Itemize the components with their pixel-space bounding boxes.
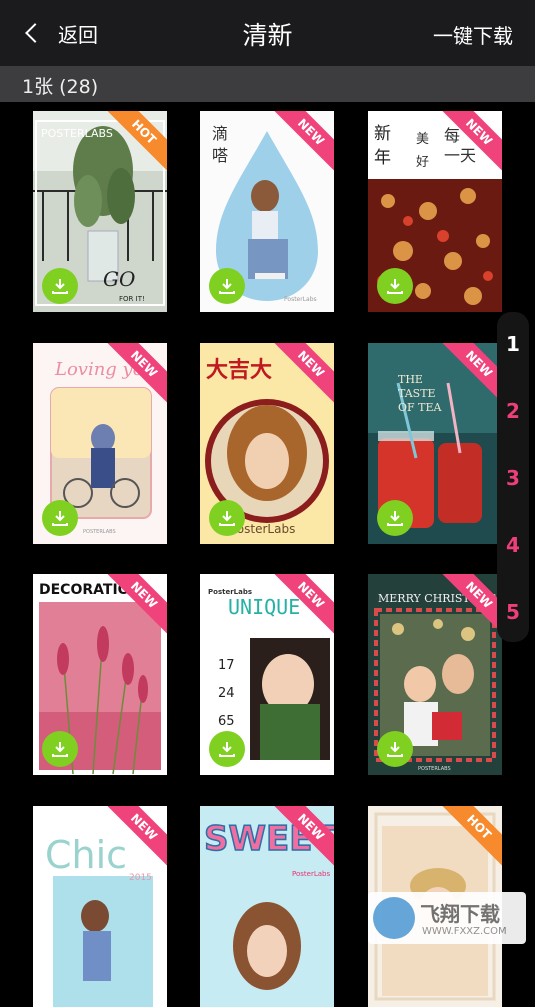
svg-text:Chic: Chic (45, 833, 127, 877)
page-3-button[interactable]: 3 (497, 466, 529, 490)
download-icon (219, 279, 235, 294)
card-brand: POSTERLABS (41, 127, 113, 140)
top-bar: 返回 清新 一键下载 (0, 0, 535, 66)
svg-text:TASTE: TASTE (398, 387, 436, 400)
svg-text:新: 新 (374, 124, 391, 144)
download-all-button[interactable]: 一键下载 (433, 20, 513, 49)
svg-text:PosterLabs: PosterLabs (292, 870, 330, 878)
svg-text:24: 24 (218, 686, 235, 701)
page-2-button[interactable]: 2 (497, 399, 529, 423)
download-button[interactable] (377, 731, 413, 767)
template-card[interactable]: SWEET PosterLabs NEW (200, 806, 334, 1007)
watermark-url: WWW.FXXZ.COM (422, 926, 507, 937)
svg-text:滴: 滴 (212, 124, 228, 143)
template-card[interactable]: 大吉大 PosterLabs NEW (200, 343, 334, 544)
watermark-logo-icon (373, 897, 415, 939)
download-icon (219, 511, 235, 526)
template-card[interactable]: 滴 嗒 PosterLabs NEW (200, 111, 334, 312)
download-button[interactable] (42, 731, 78, 767)
template-card[interactable]: DECORATION NEW (33, 574, 167, 775)
svg-text:65: 65 (218, 714, 235, 729)
svg-text:年: 年 (374, 148, 391, 168)
template-card[interactable]: THE TASTE OF TEA NEW (368, 343, 502, 544)
download-icon (219, 742, 235, 757)
template-card[interactable]: POSTERLABS GO FOR IT! HOT (33, 111, 167, 312)
svg-text:好: 好 (416, 155, 429, 170)
svg-text:嗒: 嗒 (212, 146, 228, 165)
svg-text:2015: 2015 (129, 873, 152, 883)
download-icon (387, 742, 403, 757)
template-card[interactable]: MERRY CHRISTMAS POSTERLABS NEW (368, 574, 502, 775)
svg-text:OF TEA: OF TEA (398, 401, 443, 414)
svg-text:每: 每 (444, 126, 460, 145)
svg-text:17: 17 (218, 658, 235, 673)
download-icon (387, 279, 403, 294)
svg-text:一天: 一天 (444, 146, 476, 165)
svg-text:UNIQUE: UNIQUE (228, 595, 300, 619)
download-button[interactable] (209, 731, 245, 767)
count-bar: 1张 (28) (0, 66, 535, 102)
page-1-button[interactable]: 1 (497, 332, 529, 356)
template-card[interactable]: Chic 2015 NEW (33, 806, 167, 1007)
download-button[interactable] (42, 268, 78, 304)
template-grid: POSTERLABS GO FOR IT! HOT 滴 嗒 PosterLabs… (0, 102, 535, 1007)
svg-text:POSTERLABS: POSTERLABS (418, 766, 451, 772)
template-count: 1张 (28) (22, 76, 99, 98)
svg-text:THE: THE (398, 373, 423, 386)
page-4-button[interactable]: 4 (497, 533, 529, 557)
download-button[interactable] (377, 500, 413, 536)
svg-text:FOR IT!: FOR IT! (119, 295, 145, 303)
watermark-text: 飞翔下载 (420, 902, 500, 926)
download-icon (387, 511, 403, 526)
download-button[interactable] (42, 500, 78, 536)
download-icon (52, 742, 68, 757)
template-card[interactable]: Loving you POSTERLABS NEW (33, 343, 167, 544)
svg-text:美: 美 (416, 132, 429, 147)
template-card[interactable]: 新 年 美 好 每 一天 NEW (368, 111, 502, 312)
site-watermark: 飞翔下载 WWW.FXXZ.COM (368, 892, 526, 944)
svg-text:POSTERLABS: POSTERLABS (83, 529, 116, 535)
download-icon (52, 511, 68, 526)
page-5-button[interactable]: 5 (497, 600, 529, 624)
download-button[interactable] (209, 500, 245, 536)
page-indicator: 1 2 3 4 5 (497, 312, 529, 642)
svg-text:PosterLabs: PosterLabs (284, 296, 317, 303)
download-button[interactable] (377, 268, 413, 304)
template-card[interactable]: PosterLabs UNIQUE 17 24 65 NEW (200, 574, 334, 775)
download-button[interactable] (209, 268, 245, 304)
svg-text:大吉大: 大吉大 (206, 357, 272, 383)
svg-text:GO: GO (103, 267, 135, 291)
download-icon (52, 279, 68, 294)
